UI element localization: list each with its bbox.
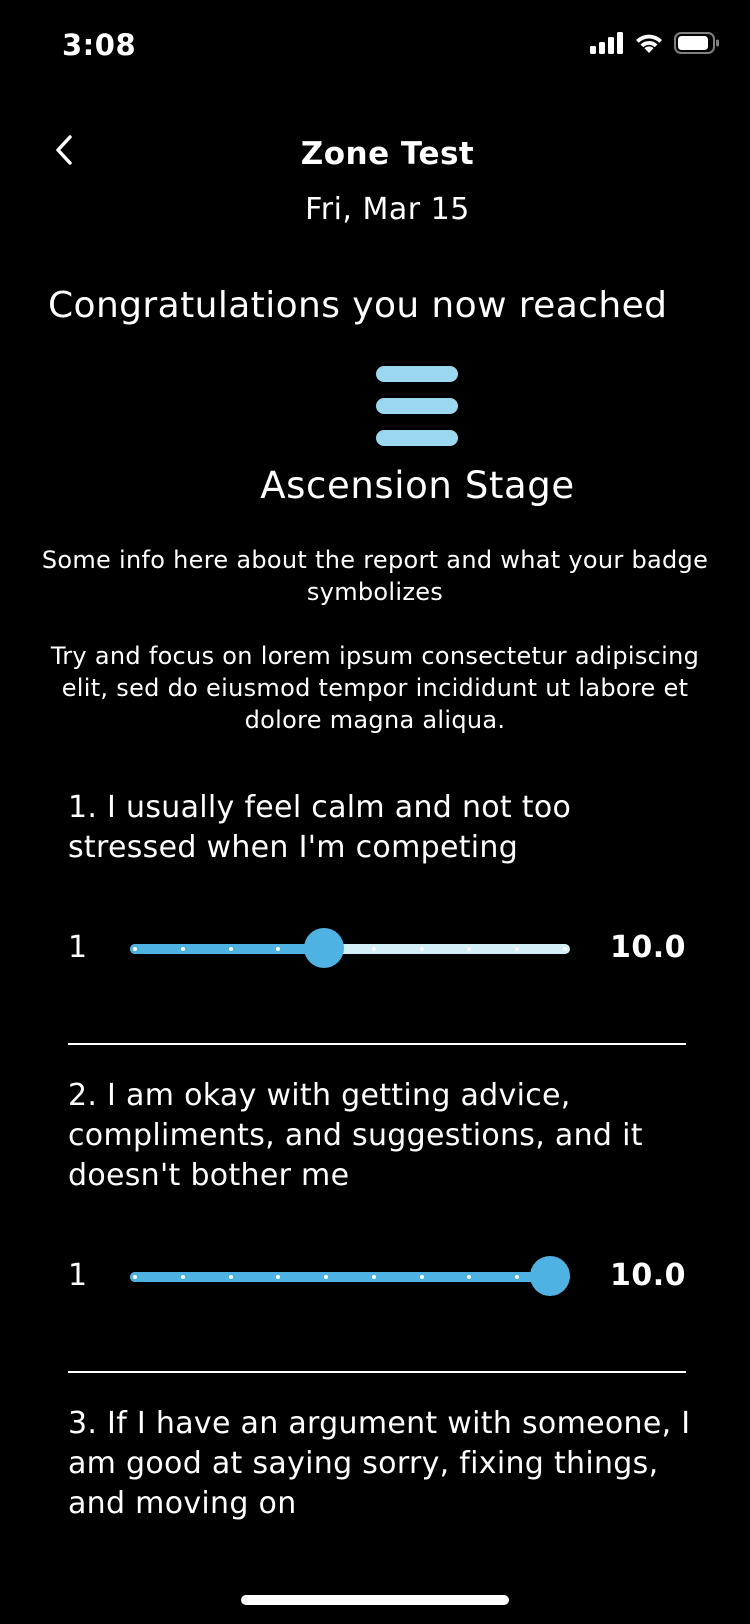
slider-tick-dot xyxy=(563,947,567,951)
slider-max-label: 10.0 xyxy=(609,930,686,965)
slider-thumb[interactable] xyxy=(303,928,344,968)
slider-max-label: 10.0 xyxy=(609,1258,686,1293)
slider-track[interactable] xyxy=(130,928,570,968)
slider-tick-dot xyxy=(419,1275,424,1279)
divider xyxy=(68,1371,686,1373)
page-title: Zone Test xyxy=(300,136,475,172)
cellular-signal-icon xyxy=(590,32,624,58)
stage-title: Ascension Stage xyxy=(260,464,575,507)
slider-fill xyxy=(130,944,324,954)
status-icons xyxy=(590,32,720,58)
question-2-text: 2. I am okay with getting advice, compli… xyxy=(68,1078,643,1193)
slider-tick-dot xyxy=(419,947,424,951)
slider-min-label: 1 xyxy=(68,1258,88,1293)
wifi-icon xyxy=(634,32,664,58)
nav-header: Zone Test Fri, Mar 15 xyxy=(0,110,750,240)
page-date: Fri, Mar 15 xyxy=(305,192,470,227)
slider-thumb[interactable] xyxy=(530,1256,570,1296)
slider-tick-dot xyxy=(180,947,185,951)
question-1-slider: 1 10.0 xyxy=(0,924,750,974)
focus-text: Try and focus on lorem ipsum consectetur… xyxy=(50,642,700,734)
slider-tick-dot xyxy=(371,947,376,951)
slider-min-label: 1 xyxy=(68,930,88,965)
slider-tick-dot xyxy=(228,1275,233,1279)
home-indicator xyxy=(241,1595,509,1605)
congratulations-heading: Congratulations you now reached xyxy=(48,285,668,326)
divider xyxy=(68,1043,686,1045)
slider-tick-dot xyxy=(228,947,233,951)
slider-tick-dot xyxy=(180,1275,185,1279)
question-2-slider: 1 10.0 xyxy=(0,1252,750,1302)
battery-icon xyxy=(674,32,720,58)
slider-tick-dot xyxy=(133,1275,137,1279)
three-bars-badge-icon xyxy=(376,366,458,448)
slider-tick-dot xyxy=(515,947,520,951)
slider-tick-dot xyxy=(467,947,472,951)
slider-track[interactable] xyxy=(130,1256,570,1296)
status-time: 3:08 xyxy=(62,28,137,62)
status-bar: 3:08 xyxy=(0,0,750,90)
question-1-text: 1. I usually feel calm and not too stres… xyxy=(68,790,572,865)
slider-tick-dot xyxy=(133,947,137,951)
slider-tick-dot xyxy=(371,1275,376,1279)
slider-fill xyxy=(130,1272,570,1282)
question-3-text: 3. If I have an argument with someone, I… xyxy=(68,1406,691,1521)
badge-info-text: Some info here about the report and what… xyxy=(41,546,709,606)
